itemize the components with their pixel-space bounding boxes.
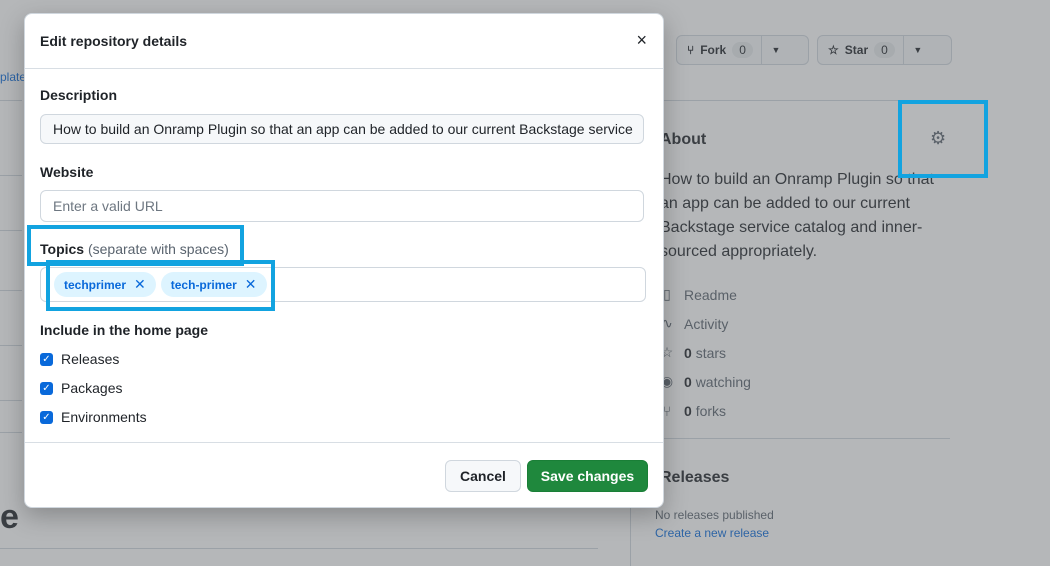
website-input[interactable]: Enter a valid URL (40, 190, 644, 222)
dialog-header: Edit repository details × (25, 14, 663, 69)
packages-checkbox-row[interactable]: ✓ Packages (40, 380, 122, 396)
releases-checkbox-label: Releases (61, 351, 120, 367)
dialog-title: Edit repository details (40, 33, 188, 49)
website-label: Website (40, 164, 94, 180)
environments-checkbox-row[interactable]: ✓ Environments (40, 409, 147, 425)
description-label: Description (40, 87, 118, 103)
save-changes-button[interactable]: Save changes (527, 460, 648, 492)
packages-checkbox-label: Packages (61, 380, 123, 396)
checkbox-environments[interactable]: ✓ (40, 410, 53, 424)
cancel-button[interactable]: Cancel (445, 460, 521, 492)
checkbox-releases[interactable]: ✓ (40, 352, 53, 366)
close-icon[interactable]: × (636, 30, 647, 50)
environments-checkbox-label: Environments (61, 409, 147, 425)
topics-tags-highlight-box (46, 260, 275, 311)
releases-checkbox-row[interactable]: ✓ Releases (40, 351, 119, 367)
dialog-footer: Cancel Save changes (25, 442, 663, 507)
description-input[interactable]: How to build an Onramp Plugin so that an… (40, 114, 644, 144)
include-home-label: Include in the home page (40, 322, 209, 338)
gear-highlight-box (898, 100, 988, 178)
checkbox-packages[interactable]: ✓ (40, 381, 53, 395)
